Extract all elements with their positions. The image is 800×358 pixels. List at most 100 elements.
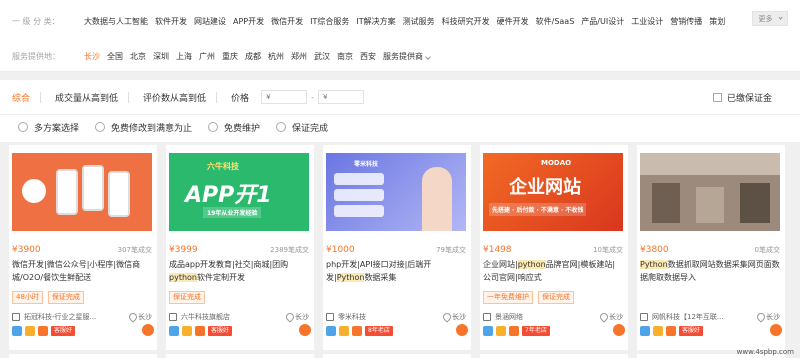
service-option-label[interactable]: 免费修改到满意为止 <box>111 121 192 134</box>
person-illustration-icon <box>422 167 452 231</box>
category-chip[interactable]: IT解决方案 <box>356 16 395 27</box>
category-chip[interactable]: APP开发 <box>233 16 264 27</box>
shop-icon <box>326 313 334 321</box>
service-tag: 保证完成 <box>169 291 205 304</box>
service-card[interactable]: 零米科技 ¥1000 79笔成交 php开发|API接口对接|后端开发|Pyth… <box>323 145 471 350</box>
location-chip[interactable]: 广州 <box>199 51 215 62</box>
service-title[interactable]: 微信开发|微信公众号|小程序|微信商城/O2O/餐饮生鲜配送 <box>12 258 152 284</box>
category-chip[interactable]: 科技研究开发 <box>442 16 490 27</box>
service-option-label[interactable]: 保证完成 <box>292 121 328 134</box>
shop-name[interactable]: 零米科技 <box>338 312 443 322</box>
filter-panel: 一 级 分 类： 大数据与人工智能 软件开发 网站建设 APP开发 微信开发 I… <box>0 0 800 72</box>
shop-badge: 7年老店 <box>522 326 550 336</box>
price-max-input[interactable] <box>317 90 364 104</box>
shop-name[interactable]: 六牛科技旗舰店 <box>181 312 286 322</box>
location-chip[interactable]: 杭州 <box>268 51 284 62</box>
service-title[interactable]: 成品app开发教育|社交|商城|团购 python软件定制开发 <box>169 258 309 284</box>
provider-dropdown[interactable]: 服务提供商 <box>383 51 431 62</box>
shop-name[interactable]: 网帆科技【12年互联... <box>652 312 757 322</box>
service-card[interactable]: 六牛科技 APP开1 19年从业开发经验 ¥3999 2389笔成交 成品app… <box>166 145 314 350</box>
price-min-input[interactable] <box>261 90 308 104</box>
service-thumbnail[interactable] <box>640 153 780 231</box>
chat-icon[interactable] <box>456 324 468 336</box>
location-chip[interactable]: 深圳 <box>153 51 169 62</box>
shop-line: 网帆科技【12年互联... 长沙 <box>640 312 780 322</box>
sort-by-reviews[interactable]: 评价数从高到低 <box>143 91 206 104</box>
category-chip[interactable]: IT综合服务 <box>310 16 349 27</box>
service-thumbnail[interactable] <box>12 153 152 231</box>
chat-icon[interactable] <box>613 324 625 336</box>
service-card[interactable]: ¥3900 307笔成交 微信开发|微信公众号|小程序|微信商城/O2O/餐饮生… <box>9 145 157 350</box>
shop-icon <box>640 313 648 321</box>
badge-row: 客服好 <box>12 326 152 336</box>
service-title[interactable]: Python数据抓取网站数据采集网页面数据爬取数据导入 <box>640 258 780 284</box>
category-chip[interactable]: 软件开发 <box>155 16 187 27</box>
category-chip[interactable]: 产品/UI设计 <box>581 16 624 27</box>
service-radio[interactable] <box>18 122 28 132</box>
office-wall-graphic <box>652 183 680 223</box>
guarantee-checkbox[interactable] <box>712 92 722 102</box>
location-chip[interactable]: 南京 <box>337 51 353 62</box>
location-chip[interactable]: 上海 <box>176 51 192 62</box>
service-option-label[interactable]: 多方案选择 <box>34 121 79 134</box>
category-chip[interactable]: 工业设计 <box>631 16 663 27</box>
location-chip[interactable]: 全国 <box>107 51 123 62</box>
location-chip-selected[interactable]: 长沙 <box>84 51 100 62</box>
shop-name[interactable]: 景涵网络 <box>495 312 600 322</box>
logo-icon <box>22 179 46 203</box>
service-thumbnail[interactable]: MODAO 企业网站 先搭建 · 后付款 · 不满意 · 不收钱 <box>483 153 623 231</box>
guarantee-filter[interactable]: 已缴保证金 <box>712 89 772 105</box>
location-chip[interactable]: 武汉 <box>314 51 330 62</box>
location-chip[interactable]: 重庆 <box>222 51 238 62</box>
service-radio[interactable] <box>95 122 106 132</box>
category-chip[interactable]: 策划 <box>709 16 725 27</box>
location-chip[interactable]: 郑州 <box>291 51 307 62</box>
chat-icon[interactable] <box>770 324 782 336</box>
location-pin-icon <box>443 313 449 321</box>
location-chip[interactable]: 西安 <box>360 51 376 62</box>
sales-count: 307笔成交 <box>117 246 152 254</box>
location-pin-icon <box>129 313 135 321</box>
medal-icon <box>509 326 519 336</box>
title-text: 软件定制开发 <box>196 273 245 282</box>
chat-icon[interactable] <box>142 324 154 336</box>
shop-name[interactable]: 拓冠科技-行业之星服... <box>24 312 129 322</box>
category-chip[interactable]: 微信开发 <box>271 16 303 27</box>
category-chip[interactable]: 硬件开发 <box>497 16 529 27</box>
sales-count: 10笔成交 <box>593 246 623 254</box>
service-title[interactable]: php开发|API接口对接|后端开发|Python数据采集 <box>326 258 466 284</box>
service-tag: 保证完成 <box>47 291 84 304</box>
service-title[interactable]: 企业网站|python品牌官网|模板建站|公司官网|响应式 <box>483 258 623 284</box>
location-chip[interactable]: 成都 <box>245 51 261 62</box>
sort-bar: 综合 成交量从高到低 评价数从高到低 价格 - <box>12 89 368 105</box>
phone-mockup-icon <box>108 171 130 217</box>
category-chip[interactable]: 软件/SaaS <box>536 16 575 27</box>
sales-count: 0笔成交 <box>754 246 780 254</box>
service-card[interactable]: MODAO 企业网站 先搭建 · 后付款 · 不满意 · 不收钱 ¥1498 1… <box>480 145 628 350</box>
service-option-label[interactable]: 免费维护 <box>224 121 260 134</box>
service-thumbnail[interactable]: 六牛科技 APP开1 19年从业开发经验 <box>169 153 309 231</box>
location-pin-icon <box>600 313 606 321</box>
sort-comprehensive[interactable]: 综合 <box>12 91 30 104</box>
sort-by-sales[interactable]: 成交量从高到低 <box>55 91 118 104</box>
category-chip[interactable]: 大数据与人工智能 <box>84 16 148 27</box>
chat-icon[interactable] <box>299 324 311 336</box>
service-radio[interactable] <box>208 122 219 132</box>
service-card[interactable]: ¥3800 0笔成交 Python数据抓取网站数据采集网页面数据爬取数据导入 网… <box>637 145 785 350</box>
category-chip[interactable]: 测试服务 <box>403 16 435 27</box>
badge-row: 客服好 <box>640 326 780 336</box>
tag-list: 48小时 保证完成 <box>12 291 84 304</box>
category-chip[interactable]: 网站建设 <box>194 16 226 27</box>
more-categories-button[interactable]: 更多 <box>752 11 788 26</box>
category-chip[interactable]: 营销传播 <box>670 16 702 27</box>
service-thumbnail[interactable]: 零米科技 <box>326 153 466 231</box>
city: 长沙 <box>138 313 152 321</box>
divider <box>40 91 42 103</box>
office-ceiling-graphic <box>640 153 780 175</box>
service-radio[interactable] <box>276 122 287 132</box>
badge-row: 客服好 <box>169 326 309 336</box>
shop-badge: 8年老店 <box>365 326 393 336</box>
thumbnail-brand: 六牛科技 <box>207 162 239 171</box>
location-chip[interactable]: 北京 <box>130 51 146 62</box>
category-filter-row: 一 级 分 类： 大数据与人工智能 软件开发 网站建设 APP开发 微信开发 I… <box>12 14 732 28</box>
